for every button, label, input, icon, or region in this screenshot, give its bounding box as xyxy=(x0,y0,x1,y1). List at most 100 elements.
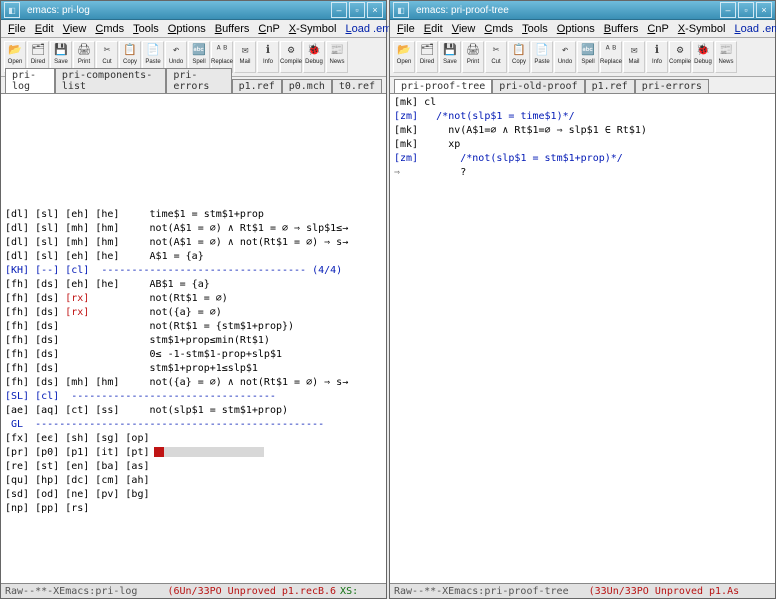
menu-buffers[interactable]: Buffers xyxy=(601,22,642,36)
menu-file[interactable]: File xyxy=(5,22,29,36)
menu-cmds[interactable]: Cmds xyxy=(92,22,127,36)
footer-row: [re] [st] [en] [ba] [as] xyxy=(5,460,382,474)
proof-node: [zm] /*not(slp$1 = time$1)*/ xyxy=(394,110,771,124)
menu-tools[interactable]: Tools xyxy=(519,22,551,36)
tool-mail[interactable]: ✉Mail xyxy=(623,41,645,73)
log-line: GL -------------------------------------… xyxy=(5,418,382,432)
tool-debug[interactable]: 🐞Debug xyxy=(303,41,325,73)
toolbar-right[interactable]: 📂Open🗂Dired💾Save🖨Print✂Cut📋Copy📄Paste↶Un… xyxy=(390,38,775,77)
menu-cmds[interactable]: Cmds xyxy=(481,22,516,36)
tool-info[interactable]: ℹInfo xyxy=(646,41,668,73)
log-line: [fh] [ds] [eh] [he] AB$1 = {a} xyxy=(5,278,382,292)
window-title-right: emacs: pri-proof-tree xyxy=(412,5,720,16)
tool-replace[interactable]: ᴬᴮReplace xyxy=(600,41,622,73)
tool-save[interactable]: 💾Save xyxy=(439,41,461,73)
maximize-button[interactable]: ▫ xyxy=(349,2,365,18)
menu-buffers[interactable]: Buffers xyxy=(212,22,253,36)
system-menu-icon[interactable]: ◧ xyxy=(393,2,409,18)
footer-row: [np] [pp] [rs] xyxy=(5,502,382,516)
proof-node: [mk] nv(A$1=∅ ∧ Rt$1=∅ ⇒ slp$1 ∈ Rt$1) xyxy=(394,124,771,138)
menu-cnp[interactable]: CnP xyxy=(644,22,671,36)
window-title-left: emacs: pri-log xyxy=(23,5,331,16)
cut-icon: ✂ xyxy=(493,42,500,58)
tool-undo[interactable]: ↶Undo xyxy=(554,41,576,73)
close-button[interactable]: × xyxy=(756,2,772,18)
tool-spell[interactable]: 🔤Spell xyxy=(577,41,599,73)
log-line: [fh] [ds] [rx] not(Rt$1 = ∅) xyxy=(5,292,382,306)
tool-debug[interactable]: 🐞Debug xyxy=(692,41,714,73)
tool-compile[interactable]: ⚙Compile xyxy=(669,41,691,73)
tab-pri-errors[interactable]: pri-errors xyxy=(635,79,709,93)
tab-pri-old-proof[interactable]: pri-old-proof xyxy=(492,79,584,93)
tool-cut[interactable]: ✂Cut xyxy=(485,41,507,73)
progress-bar xyxy=(154,447,264,457)
tab-pri-errors[interactable]: pri-errors xyxy=(166,68,231,93)
log-line: [dl] [sl] [eh] [he] A$1 = {a} xyxy=(5,250,382,264)
footer-row: [qu] [hp] [dc] [cm] [ah] xyxy=(5,474,382,488)
copy-icon: 📋 xyxy=(512,42,526,58)
menu-cnp[interactable]: CnP xyxy=(255,22,282,36)
tab-pri-components-list[interactable]: pri-components-list xyxy=(55,68,166,93)
log-line: [SL] [cl] ------------------------------… xyxy=(5,390,382,404)
replace-icon: ᴬᴮ xyxy=(604,42,617,58)
tab-pri-proof-tree[interactable]: pri-proof-tree xyxy=(394,79,492,93)
maximize-button[interactable]: ▫ xyxy=(738,2,754,18)
tool-news[interactable]: 📰News xyxy=(715,41,737,73)
cut-icon: ✂ xyxy=(104,42,111,58)
tab-pri-log[interactable]: pri-log xyxy=(5,68,55,93)
tool-print[interactable]: 🖨Print xyxy=(462,41,484,73)
paste-icon: 📄 xyxy=(535,42,549,58)
tool-open[interactable]: 📂Open xyxy=(393,41,415,73)
titlebar-right[interactable]: ◧ emacs: pri-proof-tree – ▫ × xyxy=(390,1,775,20)
menubar-left[interactable]: FileEditViewCmdsToolsOptionsBuffersCnP X-… xyxy=(1,20,386,38)
tool-info[interactable]: ℹInfo xyxy=(257,41,279,73)
tool-news[interactable]: 📰News xyxy=(326,41,348,73)
close-button[interactable]: × xyxy=(367,2,383,18)
footer-row: [pr] [p0] [p1] [it] [pt] xyxy=(5,446,382,460)
menu-edit[interactable]: Edit xyxy=(421,22,446,36)
system-menu-icon[interactable]: ◧ xyxy=(4,2,20,18)
copy-icon: 📋 xyxy=(123,42,137,58)
tabrow-right[interactable]: pri-proof-treepri-old-proofp1.refpri-err… xyxy=(390,77,775,94)
tool-compile[interactable]: ⚙Compile xyxy=(280,41,302,73)
tool-dired[interactable]: 🗂Dired xyxy=(416,41,438,73)
statusline-left: Raw--**-XEmacs: pri-log (6Un/33PO Unprov… xyxy=(1,583,386,598)
log-line: [fh] [ds] stm$1+prop+1≤slp$1 xyxy=(5,362,382,376)
buffer-pri-proof-tree[interactable]: [mk] cl[zm] /*not(slp$1 = time$1)*/[mk] … xyxy=(390,94,775,583)
menu-options[interactable]: Options xyxy=(554,22,598,36)
proof-node: [zm] /*not(slp$1 = stm$1+prop)*/ xyxy=(394,152,771,166)
tool-copy[interactable]: 📋Copy xyxy=(508,41,530,73)
menu-view[interactable]: View xyxy=(60,22,90,36)
tab-p1-ref[interactable]: p1.ref xyxy=(232,79,282,93)
footer-row: [sd] [od] [ne] [pv] [bg] xyxy=(5,488,382,502)
compile-icon: ⚙ xyxy=(288,42,295,58)
menu-tools[interactable]: Tools xyxy=(130,22,162,36)
menu-options[interactable]: Options xyxy=(165,22,209,36)
tabrow-left[interactable]: pri-logpri-components-listpri-errorsp1.r… xyxy=(1,77,386,94)
menu-edit[interactable]: Edit xyxy=(32,22,57,36)
tab-p1-ref[interactable]: p1.ref xyxy=(585,79,635,93)
spell-icon: 🔤 xyxy=(581,42,595,58)
open-icon: 📂 xyxy=(397,42,411,58)
titlebar-left[interactable]: ◧ emacs: pri-log – ▫ × xyxy=(1,1,386,20)
spell-icon: 🔤 xyxy=(192,42,206,58)
menubar-right[interactable]: FileEditViewCmdsToolsOptionsBuffersCnP X-… xyxy=(390,20,775,38)
buffer-pri-log[interactable]: [dl] [sl] [eh] [he] time$1 = stm$1+prop[… xyxy=(1,94,386,583)
menu-view[interactable]: View xyxy=(449,22,479,36)
save-icon: 💾 xyxy=(54,42,68,58)
footer-row: [fx] [eє] [sh] [sg] [op] xyxy=(5,432,382,446)
debug-icon: 🐞 xyxy=(307,42,321,58)
tab-t0-ref[interactable]: t0.ref xyxy=(332,79,382,93)
menu-file[interactable]: File xyxy=(394,22,418,36)
log-line: [ae] [aq] [ct] [ss] not(slp$1 = stm$1+pr… xyxy=(5,404,382,418)
tool-mail[interactable]: ✉Mail xyxy=(234,41,256,73)
tool-paste[interactable]: 📄Paste xyxy=(531,41,553,73)
paste-icon: 📄 xyxy=(146,42,160,58)
log-line: [fh] [ds] not(Rt$1 = {stm$1+prop}) xyxy=(5,320,382,334)
minimize-button[interactable]: – xyxy=(331,2,347,18)
tab-p0-mch[interactable]: p0.mch xyxy=(282,79,332,93)
menu-load-emacs[interactable]: Load .emacs xyxy=(731,22,776,36)
minimize-button[interactable]: – xyxy=(720,2,736,18)
menu-x-symbol[interactable]: X-Symbol xyxy=(675,22,729,36)
menu-x-symbol[interactable]: X-Symbol xyxy=(286,22,340,36)
